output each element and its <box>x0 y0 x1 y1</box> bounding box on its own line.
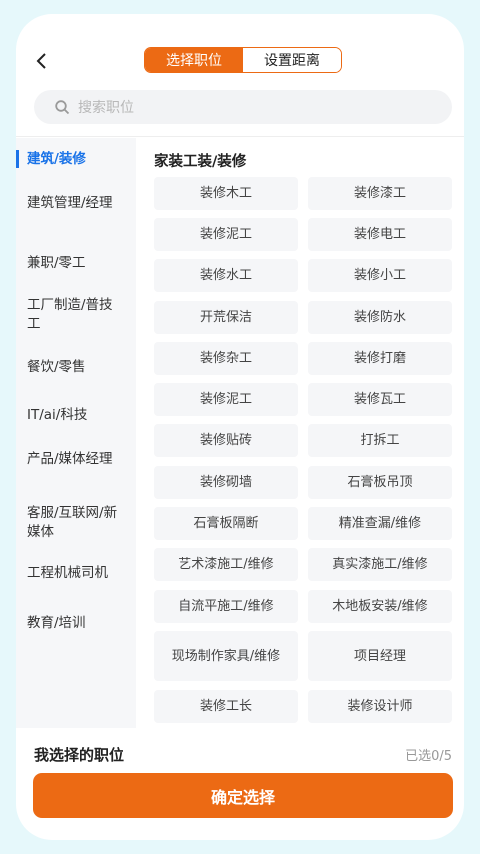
sidebar-item-factory[interactable]: 工厂制造/普技工 <box>16 296 136 334</box>
sidebar-item-label: 工程机械司机 <box>27 565 108 581</box>
tab-set-distance[interactable]: 设置距离 <box>243 48 341 72</box>
sidebar-item-it[interactable]: IT/ai/科技 <box>16 406 136 425</box>
job-chip[interactable]: 现场制作家具/维修 <box>154 631 298 681</box>
job-chip[interactable]: 装修工长 <box>154 690 298 723</box>
confirm-button[interactable]: 确定选择 <box>33 773 453 818</box>
job-chip[interactable]: 石膏板吊顶 <box>308 466 452 499</box>
job-chip[interactable]: 开荒保洁 <box>154 301 298 334</box>
sidebar-item-part-time[interactable]: 兼职/零工 <box>16 254 136 273</box>
job-chip[interactable]: 装修小工 <box>308 259 452 292</box>
job-chip[interactable]: 自流平施工/维修 <box>154 590 298 623</box>
sidebar-item-label: 建筑管理/经理 <box>27 195 113 211</box>
job-chip[interactable]: 装修杂工 <box>154 342 298 375</box>
sidebar-item-label: 餐饮/零售 <box>27 359 86 375</box>
job-chip[interactable]: 装修水工 <box>154 259 298 292</box>
job-chip[interactable]: 装修漆工 <box>308 177 452 210</box>
sidebar-item-customer-service[interactable]: 客服/互联网/新媒体 <box>16 504 136 542</box>
category-sidebar: 建筑/装修 建筑管理/经理 兼职/零工 工厂制造/普技工 餐饮/零售 IT/ai… <box>16 138 136 728</box>
sidebar-item-label: 工厂制造/普技工 <box>27 297 113 332</box>
divider <box>16 136 464 137</box>
job-chip[interactable]: 装修木工 <box>154 177 298 210</box>
selected-positions-label: 我选择的职位 <box>34 746 125 764</box>
job-chip[interactable]: 装修泥工 <box>154 383 298 416</box>
sidebar-item-label: 产品/媒体经理 <box>27 451 113 467</box>
job-chip[interactable]: 装修电工 <box>308 218 452 251</box>
sidebar-item-building-management[interactable]: 建筑管理/经理 <box>16 194 136 213</box>
sidebar-item-building-decoration[interactable]: 建筑/装修 <box>16 150 136 169</box>
active-indicator <box>16 150 19 168</box>
sidebar-item-product-media[interactable]: 产品/媒体经理 <box>16 450 136 469</box>
search-icon <box>54 99 70 115</box>
job-chip[interactable]: 艺术漆施工/维修 <box>154 548 298 581</box>
job-chip[interactable]: 装修设计师 <box>308 690 452 723</box>
tab-select-position[interactable]: 选择职位 <box>145 48 243 72</box>
job-chip[interactable]: 精准查漏/维修 <box>308 507 452 540</box>
job-chip[interactable]: 木地板安装/维修 <box>308 590 452 623</box>
search-input[interactable]: 搜索职位 <box>34 90 452 124</box>
job-chip[interactable]: 装修防水 <box>308 301 452 334</box>
chevron-left-icon <box>36 53 46 69</box>
job-chip[interactable]: 装修贴砖 <box>154 424 298 457</box>
sidebar-item-label: 客服/互联网/新媒体 <box>27 505 118 540</box>
job-content: 家装工装/装修 装修木工 装修漆工 装修泥工 装修电工 装修水工 装修小工 开荒保洁 装修防水… <box>136 138 464 728</box>
back-button[interactable] <box>30 50 52 72</box>
sidebar-item-label: 教育/培训 <box>27 615 86 631</box>
section-title: 家装工装/装修 <box>154 154 247 170</box>
job-chip[interactable]: 装修泥工 <box>154 218 298 251</box>
selected-count: 已选0/5 <box>405 749 452 764</box>
job-chip[interactable]: 真实漆施工/维修 <box>308 548 452 581</box>
job-chip[interactable]: 装修打磨 <box>308 342 452 375</box>
job-chip[interactable]: 石膏板隔断 <box>154 507 298 540</box>
job-chip[interactable]: 装修瓦工 <box>308 383 452 416</box>
sidebar-item-label: 建筑/装修 <box>27 151 86 167</box>
sidebar-item-machinery-driver[interactable]: 工程机械司机 <box>16 564 136 583</box>
sidebar-item-label: 兼职/零工 <box>27 255 86 271</box>
job-chip[interactable]: 装修砌墙 <box>154 466 298 499</box>
job-chip[interactable]: 项目经理 <box>308 631 452 681</box>
sidebar-item-label: IT/ai/科技 <box>27 407 88 423</box>
header-tabs: 选择职位 设置距离 <box>144 47 342 73</box>
search-placeholder: 搜索职位 <box>78 100 134 116</box>
sidebar-item-catering[interactable]: 餐饮/零售 <box>16 358 136 377</box>
job-chip[interactable]: 打拆工 <box>308 424 452 457</box>
sidebar-item-education[interactable]: 教育/培训 <box>16 614 136 633</box>
phone-screen: 选择职位 设置距离 搜索职位 建筑/装修 建筑管理/经理 兼职/零工 工厂制造/… <box>16 14 464 840</box>
